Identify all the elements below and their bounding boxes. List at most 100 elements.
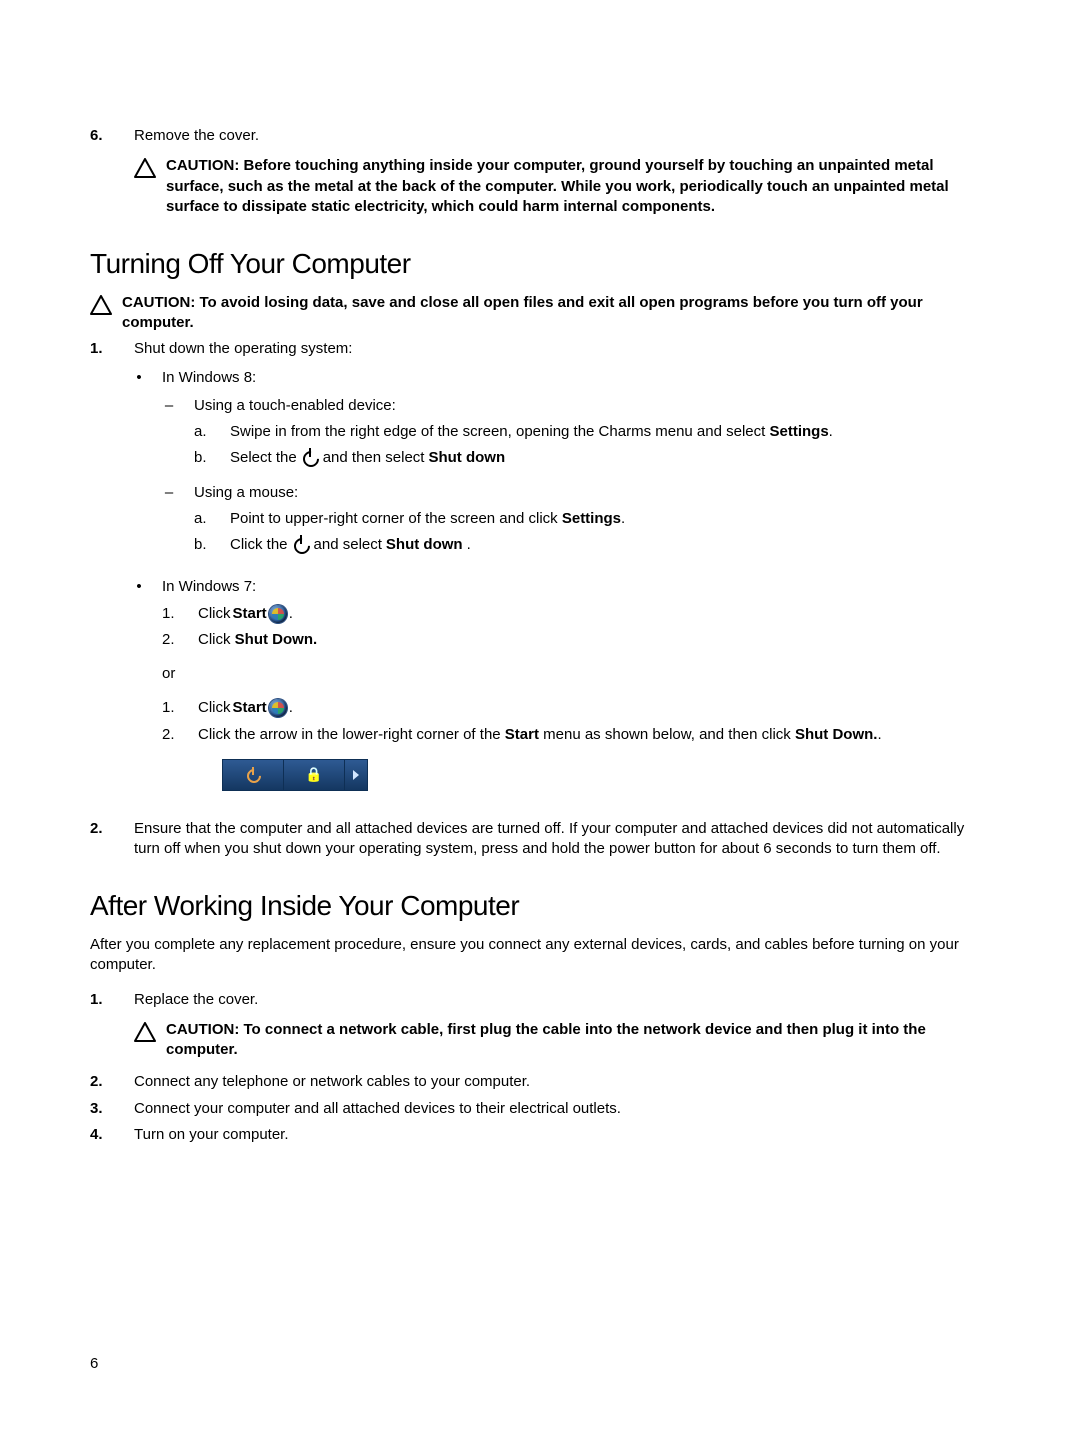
alpha-marker: a. (194, 422, 212, 442)
bullet-text: In Windows 7: (162, 577, 990, 597)
arrow-segment (345, 760, 367, 790)
list-item-6: 6. Remove the cover. (90, 126, 990, 146)
bullet-item-win7: • In Windows 7: 1. Click Start . (134, 577, 990, 805)
list-item-1: 1. Replace the cover. CAUTION: To connec… (90, 990, 990, 1067)
bold-text: Settings (562, 510, 621, 527)
windows-start-orb-icon (269, 699, 287, 717)
step-text: Select the and then select Shut down (230, 448, 990, 468)
list-text: Remove the cover. (134, 126, 990, 146)
text-run: . (467, 535, 471, 555)
power-icon (292, 536, 310, 554)
lock-icon (305, 765, 322, 785)
section-heading-after-working: After Working Inside Your Computer (90, 887, 990, 925)
list-text: Shut down the operating system: (134, 339, 990, 359)
lock-segment (284, 760, 345, 790)
text-run: . (829, 423, 833, 440)
list-marker: 2. (162, 725, 180, 745)
text-run: and select (314, 535, 382, 555)
substep-2: 2. Click the arrow in the lower-right co… (162, 725, 990, 745)
chevron-right-icon (353, 770, 359, 780)
list-text: Connect any telephone or network cables … (134, 1072, 990, 1092)
step-text: Click Shut Down. (198, 630, 990, 650)
shutdown-bar (222, 759, 368, 791)
alpha-marker: b. (194, 535, 212, 555)
section-heading-turning-off: Turning Off Your Computer (90, 245, 990, 283)
caution-text: CAUTION: To avoid losing data, save and … (122, 293, 990, 334)
step-text: Point to upper-right corner of the scree… (230, 509, 990, 529)
list-marker: 4. (90, 1125, 110, 1145)
list-marker: 2. (162, 630, 180, 650)
bold-text: Shut Down. (795, 726, 878, 743)
text-run: and then select (323, 448, 425, 468)
list-text: Replace the cover. (134, 990, 990, 1010)
power-icon (301, 449, 319, 467)
power-icon (245, 767, 261, 783)
bold-text: Start (505, 726, 539, 743)
list-item-2: 2. Ensure that the computer and all atta… (90, 819, 990, 860)
substep-1: 1. Click Start . (162, 604, 990, 624)
paragraph: After you complete any replacement proce… (90, 935, 990, 976)
caution-block: CAUTION: Before touching anything inside… (134, 156, 990, 217)
bold-text: Shut Down. (235, 631, 318, 648)
dash-marker: – (162, 396, 176, 475)
step-text: Click Start . (198, 698, 990, 718)
caution-icon (90, 295, 112, 334)
bold-text: Start (233, 698, 267, 718)
dash-item-mouse: – Using a mouse: a. Point to upper-right… (162, 483, 990, 562)
text-run: Select the (230, 448, 297, 468)
windows-start-orb-icon (269, 605, 287, 623)
alpha-marker: b. (194, 448, 212, 468)
bullet-marker: • (134, 577, 144, 805)
text-run: Click (198, 698, 231, 718)
step-a: a. Swipe in from the right edge of the s… (194, 422, 990, 442)
list-marker: 1. (90, 339, 110, 813)
step-text: Click the arrow in the lower-right corne… (198, 725, 990, 745)
list-marker: 1. (162, 698, 180, 718)
text-run: . (289, 604, 293, 624)
text-run: . (621, 510, 625, 527)
text-run: Click the arrow in the lower-right corne… (198, 726, 505, 743)
bullet-marker: • (134, 368, 144, 570)
step-b: b. Select the and then select Shut down (194, 448, 990, 468)
list-text: Connect your computer and all attached d… (134, 1099, 990, 1119)
bullet-text: In Windows 8: (162, 368, 990, 388)
list-text: Ensure that the computer and all attache… (134, 819, 990, 860)
text-run: Swipe in from the right edge of the scre… (230, 423, 769, 440)
text-run: . (289, 698, 293, 718)
document-page: 6. Remove the cover. CAUTION: Before tou… (0, 0, 1080, 1434)
bold-text: Settings (769, 423, 828, 440)
bold-text: Start (233, 604, 267, 624)
text-run: Click (198, 604, 231, 624)
substep-1: 1. Click Start . (162, 698, 990, 718)
text-run: Point to upper-right corner of the scree… (230, 510, 562, 527)
list-text: Turn on your computer. (134, 1125, 990, 1145)
caution-text: CAUTION: Before touching anything inside… (166, 156, 990, 217)
dash-marker: – (162, 483, 176, 562)
power-segment (223, 760, 284, 790)
dash-item-touch: – Using a touch-enabled device: a. Swipe… (162, 396, 990, 475)
list-marker: 1. (90, 990, 110, 1067)
list-item-4: 4. Turn on your computer. (90, 1125, 990, 1145)
text-run: menu as shown below, and then click (539, 726, 795, 743)
list-marker: 3. (90, 1099, 110, 1119)
caution-icon (134, 158, 156, 217)
list-item-1: 1. Shut down the operating system: • In … (90, 339, 990, 813)
caution-text: CAUTION: To connect a network cable, fir… (166, 1020, 990, 1061)
step-a: a. Point to upper-right corner of the sc… (194, 509, 990, 529)
substep-2: 2. Click Shut Down. (162, 630, 990, 650)
bold-text: Shut down (428, 448, 505, 468)
step-text: Swipe in from the right edge of the scre… (230, 422, 990, 442)
list-item-3: 3. Connect your computer and all attache… (90, 1099, 990, 1119)
dash-text: Using a mouse: (194, 483, 990, 503)
text-run: Click the (230, 535, 288, 555)
text-run: . (877, 726, 881, 743)
dash-text: Using a touch-enabled device: (194, 396, 990, 416)
caution-icon (134, 1022, 156, 1061)
list-marker: 1. (162, 604, 180, 624)
list-marker: 2. (90, 1072, 110, 1092)
list-marker: 2. (90, 819, 110, 860)
list-item-2: 2. Connect any telephone or network cabl… (90, 1072, 990, 1092)
text-run: Click (198, 631, 235, 648)
step-text: Click the and select Shut down. (230, 535, 990, 555)
or-text: or (162, 664, 990, 684)
